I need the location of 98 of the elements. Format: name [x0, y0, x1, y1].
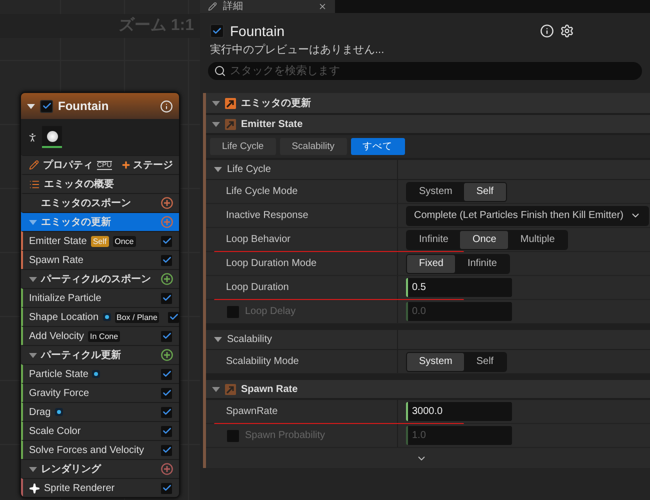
segment-option[interactable]: Infinite: [407, 230, 460, 248]
search-icon: [214, 65, 226, 77]
close-icon[interactable]: [318, 2, 327, 11]
add-module-icon[interactable]: [161, 273, 173, 285]
add-module-icon[interactable]: [161, 349, 173, 361]
segment-option[interactable]: Self: [464, 182, 506, 200]
list-icon: [29, 178, 40, 190]
collapse-triangle-icon[interactable]: [27, 104, 35, 108]
module-label[interactable]: Scale Color: [29, 426, 81, 436]
filter-tab[interactable]: Life Cycle: [210, 138, 276, 155]
number-field[interactable]: 0.5: [406, 278, 512, 297]
add-module-icon[interactable]: [161, 197, 173, 209]
segment-option[interactable]: System: [407, 352, 464, 370]
emitter-title: Fountain: [230, 23, 286, 39]
stage-header[interactable]: レンダリング: [21, 459, 179, 478]
settings-icon[interactable]: [560, 24, 574, 38]
checkbox[interactable]: [210, 24, 224, 38]
checkbox[interactable]: [160, 424, 173, 438]
preview-status: 実行中のプレビューはありません...: [209, 42, 386, 57]
stage-header[interactable]: エミッタの更新: [21, 212, 179, 231]
plus-icon: [121, 160, 131, 170]
person-icon: [27, 132, 38, 142]
segment-option[interactable]: Once: [460, 230, 508, 248]
properties-label[interactable]: プロパティ: [43, 158, 93, 172]
module-header[interactable]: Spawn Rate: [206, 380, 650, 400]
property-label: Loop Behavior: [226, 234, 290, 245]
checkbox[interactable]: [167, 310, 179, 324]
checkmark-icon: [212, 26, 222, 36]
section-header[interactable]: エミッタの更新: [206, 93, 650, 115]
segment-option[interactable]: Infinite: [455, 254, 509, 272]
stage-header[interactable]: パーティクルのスポーン: [21, 269, 179, 288]
dropdown[interactable]: Complete (Let Particles Finish then Kill Emitter): [406, 206, 649, 226]
property-label: Inactive Response: [226, 210, 308, 221]
node-title: Fountain: [58, 99, 110, 113]
property-label: Loop Delay: [245, 306, 296, 317]
stage-header[interactable]: エミッタのスポーン: [21, 193, 179, 212]
checkbox[interactable]: [160, 444, 173, 456]
checkbox[interactable]: [226, 428, 240, 442]
stage-title: エミッタのスポーン: [41, 197, 131, 210]
filter-tab[interactable]: Scalability: [280, 138, 346, 155]
segment-option[interactable]: Fixed: [407, 254, 456, 272]
stage-title: エミッタの更新: [41, 215, 111, 229]
module-label[interactable]: Drag: [29, 406, 51, 418]
emitter-node[interactable]: [20, 92, 180, 498]
checkbox[interactable]: [160, 368, 173, 380]
sparkle-icon: [29, 482, 40, 494]
segment-option[interactable]: Multiple: [508, 230, 567, 248]
checkbox[interactable]: [160, 292, 173, 304]
property-label: Loop Duration: [226, 282, 289, 293]
emitter-icon: [225, 118, 236, 130]
checkbox[interactable]: [160, 234, 173, 248]
details-tab[interactable]: 詳細: [200, 0, 335, 13]
property-label: Spawn Probability: [245, 430, 326, 441]
checkbox[interactable]: [160, 330, 173, 342]
add-module-icon[interactable]: [161, 463, 173, 475]
module-label[interactable]: Shape Location: [29, 312, 99, 322]
checkbox[interactable]: [40, 100, 53, 112]
module-header[interactable]: Emitter State: [206, 115, 650, 135]
checkmark-icon: [162, 331, 172, 341]
info-icon[interactable]: [160, 100, 173, 112]
module-tag: In Cone: [88, 330, 120, 342]
module-tag: Box / Plane: [114, 312, 160, 322]
checkbox[interactable]: [226, 304, 240, 318]
add-stage-button[interactable]: ステージ: [121, 158, 173, 172]
thumbnail[interactable]: [42, 126, 62, 148]
stage-title: パーティクル更新: [41, 348, 121, 362]
stage-title: パーティクルのスポーン: [41, 273, 151, 286]
checkbox[interactable]: [160, 386, 173, 400]
checkmark-icon: [162, 483, 172, 493]
add-stage-label: ステージ: [133, 159, 173, 172]
segment-option[interactable]: System: [407, 182, 464, 200]
emitter-icon: [225, 98, 236, 108]
module-tag: Self: [90, 236, 109, 246]
module-label[interactable]: Add Velocity: [29, 330, 84, 342]
module-label[interactable]: Emitter State: [29, 236, 87, 246]
segment-option[interactable]: Self: [464, 352, 506, 370]
info-icon[interactable]: [540, 24, 554, 38]
checkbox[interactable]: [160, 254, 173, 266]
checkmark-icon: [162, 293, 172, 303]
property-label: Loop Duration Mode: [226, 258, 317, 269]
checkmark-icon: [168, 312, 179, 322]
filter-tab[interactable]: すべて: [350, 138, 404, 155]
checkbox[interactable]: [160, 482, 173, 494]
checkbox[interactable]: [160, 406, 173, 418]
module-label[interactable]: Spawn Rate: [29, 254, 84, 266]
pencil-icon: [208, 2, 217, 11]
stage-title: レンダリング: [41, 462, 101, 476]
property-label: Scalability Mode: [226, 356, 299, 367]
search-field[interactable]: スタックを検索します: [208, 62, 642, 80]
tab-label: 詳細: [223, 0, 244, 13]
emitter-icon: [225, 384, 236, 394]
stage-header[interactable]: パーティクル更新: [21, 345, 179, 364]
property-label: SpawnRate: [226, 406, 278, 417]
module-tag: Once: [112, 236, 136, 246]
number-field[interactable]: 3000.0: [406, 402, 512, 421]
pencil-icon: [29, 160, 39, 170]
checkmark-icon: [42, 101, 52, 111]
property-label: Life Cycle Mode: [226, 186, 298, 197]
